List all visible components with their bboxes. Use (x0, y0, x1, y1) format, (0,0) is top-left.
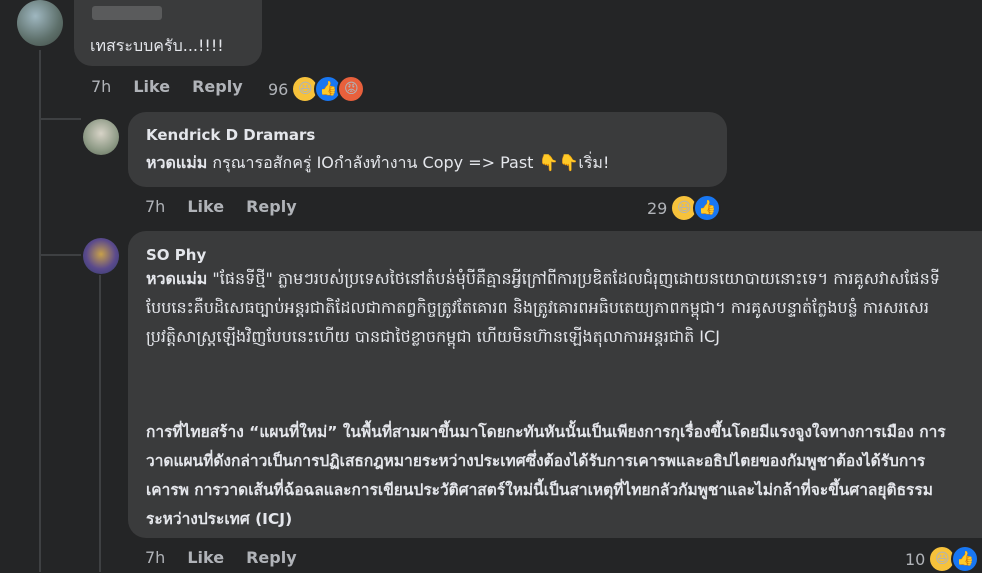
reaction-count: 10 (905, 549, 926, 569)
thread-line-sub (99, 275, 101, 572)
like-button[interactable]: Like (133, 77, 170, 96)
mention-link[interactable]: หวดแม่ม (146, 153, 207, 172)
reply-text-thai: การที่ไทยสร้าง “แผนที่ใหม่” ในพื้นที่สาม… (146, 423, 946, 528)
reaction-count: 96 (268, 79, 289, 99)
reply-button[interactable]: Reply (246, 548, 297, 567)
author-name[interactable]: Kendrick D Dramars (146, 126, 315, 144)
like-reaction-icon: 👍 (693, 194, 722, 222)
reply-text-line: หวดแม่ม กรุณารอสักครู่ IOกำลังทำงาน Copy… (146, 148, 609, 177)
redacted-author-name (92, 6, 162, 20)
reply-text: กรุณารอสักครู่ IOกำลังทำงาน Copy => Past… (212, 153, 610, 172)
comment-bubble: เทสระบบครับ...!!!! (74, 0, 262, 66)
reaction-summary[interactable]: 10 😆 👍 (905, 545, 980, 573)
timestamp[interactable]: 7h (145, 197, 165, 216)
mention-link[interactable]: หวดแม่ม (146, 269, 207, 288)
author-name[interactable]: SO Phy (146, 246, 206, 264)
comment-text: เทสระบบครับ...!!!! (90, 36, 224, 55)
avatar[interactable] (83, 119, 119, 155)
reply-actions: 7h Like Reply (145, 548, 319, 567)
avatar[interactable] (83, 238, 119, 274)
timestamp[interactable]: 7h (145, 548, 165, 567)
reply-button[interactable]: Reply (192, 77, 243, 96)
reply-text-khmer: หวดแม่ม "ផែនទីថ្មី" ភ្លាមៗរបស់ប្រទេសថៃនៅ… (146, 264, 956, 404)
reply-button[interactable]: Reply (246, 197, 297, 216)
thread-connector-reply2 (39, 254, 81, 256)
timestamp[interactable]: 7h (91, 77, 111, 96)
reply-bubble: Kendrick D Dramars หวดแม่ม กรุณารอสักครู… (128, 112, 727, 187)
angry-reaction-icon: 😡 (337, 75, 366, 103)
reaction-summary[interactable]: 29 😆 👍 (647, 194, 722, 222)
like-button[interactable]: Like (187, 197, 224, 216)
khmer-text: "ផែនទីថ្មី" ភ្លាមៗរបស់ប្រទេសថៃនៅតំបន់មុំ… (146, 269, 940, 346)
thread-line-main (39, 50, 41, 572)
reply-actions: 7h Like Reply (145, 197, 319, 216)
avatar[interactable] (17, 0, 63, 46)
reaction-summary[interactable]: 96 😆 👍 😡 (268, 75, 366, 103)
comment-actions: 7h Like Reply (91, 77, 265, 96)
like-reaction-icon: 👍 (951, 545, 980, 573)
reply-bubble: SO Phy หวดแม่ม "ផែនទីថ្មី" ភ្លាមៗរបស់ប្រ… (128, 231, 982, 538)
reaction-count: 29 (647, 198, 668, 218)
like-button[interactable]: Like (187, 548, 224, 567)
thread-connector-reply1 (39, 118, 81, 120)
